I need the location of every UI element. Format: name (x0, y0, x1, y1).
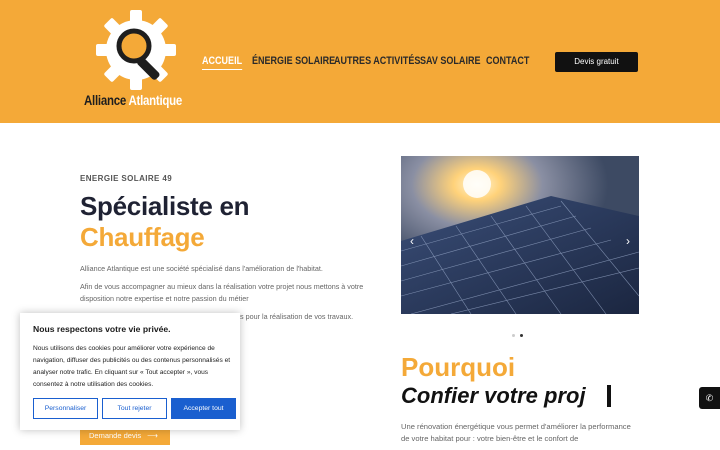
typing-cursor (607, 385, 611, 407)
hero-title-line1: Spécialiste en (80, 191, 250, 221)
cookie-customize-button[interactable]: Personnaliser (33, 398, 98, 419)
nav-item-autres-activites[interactable]: AUTRES ACTIVITÉS (334, 55, 420, 67)
nav-item-energie-solaire[interactable]: ÉNERGIE SOLAIRE (252, 55, 335, 67)
cookie-title: Nous respectons votre vie privée. (33, 324, 171, 334)
hero-image-slider[interactable]: ‹ › (401, 156, 639, 314)
logo-wordmark: Alliance Atlantique (84, 93, 182, 108)
devis-gratuit-button[interactable]: Devis gratuit (555, 52, 638, 72)
cookie-consent-dialog: Nous respectons votre vie privée. Nous u… (20, 313, 240, 430)
nav-item-accueil[interactable]: ACCUEIL (202, 55, 242, 70)
slider-dot-2[interactable] (520, 334, 523, 337)
why-title-line1: Pourquoi (401, 352, 516, 382)
hero-paragraph-3: s pour la réalisation de vos travaux. (240, 312, 354, 321)
why-title-line2: Confier votre proj (401, 383, 586, 408)
logo-word-1: Alliance (84, 93, 126, 108)
hero-title-line2: Chauffage (80, 222, 205, 252)
demande-devis-label: Demande devis (89, 431, 142, 440)
cookie-reject-button[interactable]: Tout rejeter (102, 398, 167, 419)
slider-next-chevron-right-icon[interactable]: › (626, 234, 630, 248)
why-paragraph: Une rénovation énergétique vous permet d… (401, 422, 631, 443)
nav-item-contact[interactable]: CONTACT (486, 55, 529, 67)
solar-panel-image (401, 156, 639, 314)
slider-prev-chevron-left-icon[interactable]: ‹ (410, 234, 414, 248)
phone-icon[interactable]: ✆ (699, 387, 720, 409)
page: Alliance Atlantique ACCUEIL ÉNERGIE SOLA… (0, 0, 720, 450)
site-logo[interactable]: Alliance Atlantique (84, 10, 190, 115)
hero-paragraph-1: Alliance Atlantique est une société spéc… (80, 264, 323, 273)
site-header: Alliance Atlantique ACCUEIL ÉNERGIE SOLA… (0, 0, 720, 123)
arrow-right-icon: ⟶ (147, 431, 158, 440)
slider-dots (512, 334, 523, 337)
hero-eyebrow: ENERGIE SOLAIRE 49 (80, 174, 173, 183)
logo-word-2: Atlantique (128, 93, 183, 108)
cookie-accept-button[interactable]: Accepter tout (171, 398, 236, 419)
nav-item-sav-solaire[interactable]: SAV SOLAIRE (420, 55, 480, 67)
slider-dot-1[interactable] (512, 334, 515, 337)
gear-magnifier-logo-icon (96, 10, 176, 90)
hero-paragraph-2: Afin de vous accompagner au mieux dans l… (80, 282, 364, 303)
cookie-text: Nous utilisons des cookies pour améliore… (33, 345, 231, 388)
